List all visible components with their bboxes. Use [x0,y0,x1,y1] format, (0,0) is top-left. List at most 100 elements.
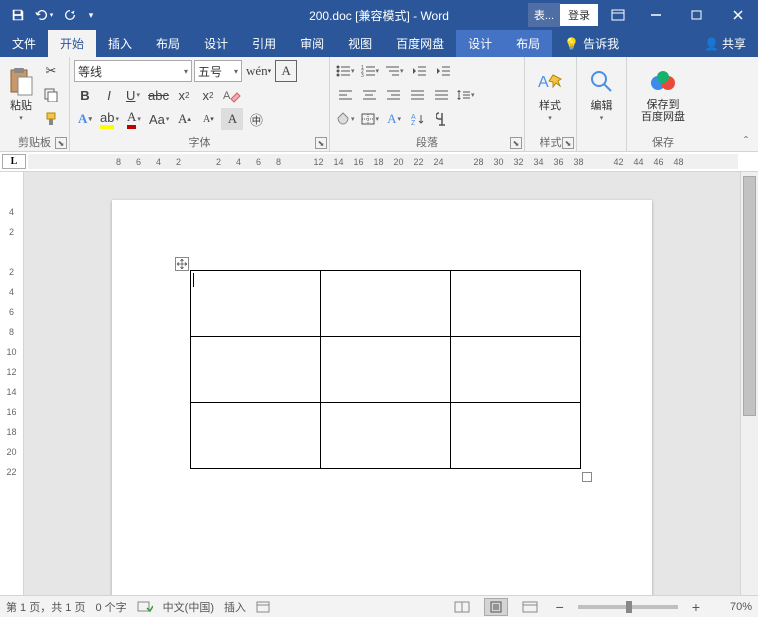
save-netdisk-button[interactable]: 保存到 百度网盘 [631,60,695,128]
canvas[interactable] [24,172,740,595]
styles-button[interactable]: A 样式 ▾ [529,60,571,128]
highlight-icon[interactable]: ab▾ [98,108,121,130]
font-size-combo[interactable]: 五号▾ [194,60,242,82]
tab-references[interactable]: 引用 [240,30,288,57]
redo-icon[interactable] [58,3,82,27]
spellcheck-icon[interactable] [137,600,153,614]
scrollbar-thumb[interactable] [743,176,756,416]
tab-design[interactable]: 设计 [192,30,240,57]
tab-netdisk[interactable]: 百度网盘 [384,30,456,57]
italic-icon[interactable]: I [98,84,120,106]
close-icon[interactable] [718,0,758,30]
format-painter-icon[interactable] [40,108,62,130]
undo-icon[interactable]: ▾ [32,3,56,27]
collapse-ribbon-icon[interactable]: ˆ [738,133,754,149]
asian-layout-icon[interactable]: A▾ [383,108,405,130]
document-table[interactable] [190,270,581,469]
tab-share[interactable]: 👤共享 [692,30,758,57]
bold-icon[interactable]: B [74,84,96,106]
font-name-value: 等线 [78,63,102,80]
tab-table-layout[interactable]: 布局 [504,30,552,57]
tab-selector[interactable]: L [2,154,26,169]
tab-review[interactable]: 审阅 [288,30,336,57]
underline-icon[interactable]: U▾ [122,84,144,106]
tab-layout[interactable]: 布局 [144,30,192,57]
align-distributed-icon[interactable] [430,84,452,106]
align-justify-icon[interactable] [406,84,428,106]
vertical-scrollbar[interactable] [740,172,758,595]
styles-launcher[interactable]: ⬊ [562,137,574,149]
status-language[interactable]: 中文(中国) [163,599,214,615]
char-border-icon[interactable]: A [275,60,297,82]
decrease-indent-icon[interactable] [408,60,430,82]
numbering-icon[interactable]: 123▾ [359,60,382,82]
paragraph-launcher[interactable]: ⬊ [510,137,522,149]
phonetic-guide-icon[interactable]: wén▾ [244,60,273,82]
zoom-knob[interactable] [626,601,632,613]
page[interactable] [112,200,652,595]
table-tools-label: 表... [528,3,560,27]
char-shading-icon[interactable]: A [221,108,243,130]
zoom-in-icon[interactable]: + [688,599,704,615]
enclose-char-icon[interactable]: ㊥ [245,108,267,130]
table-row[interactable] [191,403,581,469]
save-icon[interactable] [6,3,30,27]
text-effects-icon[interactable]: A▾ [74,108,96,130]
tab-home[interactable]: 开始 [48,30,96,57]
strikethrough-icon[interactable]: abc [146,84,171,106]
clipboard-launcher[interactable]: ⬊ [55,137,67,149]
print-layout-icon[interactable] [484,598,508,616]
zoom-out-icon[interactable]: − [552,599,568,615]
line-spacing-icon[interactable]: ▾ [454,84,477,106]
sort-icon[interactable]: AZ [407,108,429,130]
align-center-icon[interactable] [358,84,380,106]
macro-icon[interactable] [256,601,270,613]
align-left-icon[interactable] [334,84,356,106]
table-resize-handle[interactable] [582,472,592,482]
horizontal-ruler[interactable]: 8642246812141618202224283032343638424446… [28,154,738,169]
copy-icon[interactable] [40,84,62,106]
table-move-handle[interactable] [175,257,189,271]
shading-icon[interactable]: ▾ [334,108,357,130]
status-words[interactable]: 0 个字 [95,599,126,615]
tab-view[interactable]: 视图 [336,30,384,57]
tab-tell-me[interactable]: 💡告诉我 [552,30,631,57]
change-case-icon[interactable]: Aa▾ [147,108,171,130]
restore-icon[interactable] [677,0,717,30]
vertical-ruler[interactable]: 42246810121416182022 [0,172,24,595]
table-row[interactable] [191,271,581,337]
paste-button[interactable]: 粘贴 ▾ [4,60,38,128]
zoom-slider[interactable] [578,605,678,609]
bullets-icon[interactable]: ▾ [334,60,357,82]
borders-icon[interactable]: ▾ [359,108,382,130]
superscript-icon[interactable]: x2 [197,84,219,106]
increase-indent-icon[interactable] [432,60,454,82]
font-name-combo[interactable]: 等线▾ [74,60,192,82]
cut-icon[interactable]: ✂ [40,60,62,82]
web-layout-icon[interactable] [518,598,542,616]
tab-table-design[interactable]: 设计 [456,30,504,57]
status-page[interactable]: 第 1 页，共 1 页 [6,599,85,615]
show-marks-icon[interactable] [431,108,453,130]
tab-file[interactable]: 文件 [0,30,48,57]
styles-btn-label: 样式 [539,100,561,112]
status-insert[interactable]: 插入 [224,599,246,615]
styles-label: 样式 [540,134,562,150]
grow-font-icon[interactable]: A▴ [173,108,195,130]
subscript-icon[interactable]: x2 [173,84,195,106]
minimize-icon[interactable] [636,0,676,30]
clear-format-icon[interactable]: A [221,84,243,106]
qat-customize-icon[interactable]: ▾ [84,3,98,27]
editing-button[interactable]: 编辑 ▾ [581,60,622,128]
table-row[interactable] [191,337,581,403]
read-mode-icon[interactable] [450,598,474,616]
align-right-icon[interactable] [382,84,404,106]
multilevel-list-icon[interactable]: ▾ [383,60,406,82]
font-launcher[interactable]: ⬊ [315,137,327,149]
shrink-font-icon[interactable]: A▾ [197,108,219,130]
zoom-level[interactable]: 70% [714,601,752,613]
font-color-icon[interactable]: A▾ [123,108,145,130]
ribbon-display-icon[interactable] [601,0,635,30]
tab-insert[interactable]: 插入 [96,30,144,57]
login-button[interactable]: 登录 [560,4,598,26]
